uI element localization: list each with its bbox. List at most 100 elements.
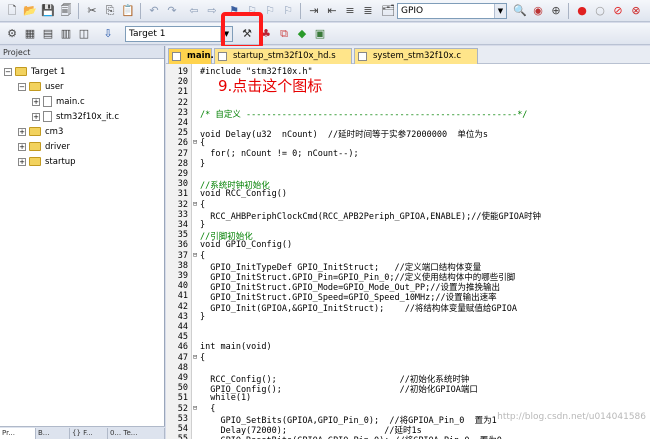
separator <box>568 3 569 19</box>
collapse-icon[interactable]: − <box>4 67 12 76</box>
line-number: 34 <box>177 220 188 230</box>
file-toolbar: 🗋 📂 💾 🗐 ✂ ⎘ 📋 ↶ ↷ ⇦ ⇨ ⚑ ⚐ ⚐ ⚐ ⇥ ⇤ ≡ ≣ 🗂 … <box>0 0 650 22</box>
fold-toggle-icon[interactable]: ⊟ <box>192 200 198 208</box>
tree-folder-cm3[interactable]: + cm3 <box>18 126 63 138</box>
new-file-icon[interactable]: 🗋 <box>4 3 20 19</box>
fold-toggle-icon[interactable]: ⊟ <box>192 404 198 412</box>
tab-system-c[interactable]: system_stm32f10x.c <box>354 48 478 64</box>
line-number: 42 <box>177 301 188 312</box>
save-all-icon[interactable]: 🗐 <box>58 3 74 19</box>
redo-icon[interactable]: ↷ <box>164 3 180 19</box>
nav-forward-icon[interactable]: ⇨ <box>204 3 220 19</box>
disable-breakpoint-icon[interactable]: ○ <box>592 3 608 19</box>
tree-folder-label: user <box>45 82 64 92</box>
run-time-environment-icon[interactable]: ◆ <box>294 26 310 42</box>
expand-icon[interactable]: + <box>32 112 40 121</box>
tab-startup-s[interactable]: startup_stm32f10x_hd.s <box>214 48 352 64</box>
copy-icon[interactable]: ⎘ <box>102 3 118 19</box>
expand-icon[interactable]: + <box>18 142 26 151</box>
find-combo-value: GPIO <box>401 6 424 16</box>
find-icon[interactable]: 🔍 <box>512 3 528 19</box>
file-extensions-icon[interactable]: ⧉ <box>276 26 292 42</box>
line-number: 55 <box>166 434 188 439</box>
incremental-find-icon[interactable]: ◉ <box>530 3 546 19</box>
watermark: http://blog.csdn.net/u014041586 <box>497 412 646 422</box>
line-number: 52 <box>177 403 188 414</box>
tab-templates[interactable]: 0... Te... <box>108 428 165 439</box>
fold-toggle-icon[interactable]: ⊟ <box>192 251 198 259</box>
clear-bookmarks-icon[interactable]: ⚐ <box>280 3 296 19</box>
rebuild-icon[interactable]: ▤ <box>40 26 56 42</box>
find-in-files-icon[interactable]: 🗂 <box>380 3 396 19</box>
paste-icon[interactable]: 📋 <box>120 3 136 19</box>
line-number: 45 <box>177 332 188 343</box>
line-number: 29 <box>177 169 188 179</box>
unindent-icon[interactable]: ⇤ <box>324 3 340 19</box>
tab-books[interactable]: B... <box>36 428 70 439</box>
line-number: 27 <box>177 148 188 159</box>
code-line: GPIO_ResetBits(GPIOA,GPIO_Pin_0); //将GPI… <box>200 434 501 439</box>
separator <box>300 3 301 19</box>
breakpoint-icon[interactable]: ● <box>574 3 590 19</box>
folder-icon <box>29 142 41 151</box>
line-number: 40 <box>177 281 188 292</box>
chevron-down-icon[interactable]: ▼ <box>494 4 506 18</box>
comment-icon[interactable]: ≡ <box>342 3 358 19</box>
project-panel-tabs: Pr... B... {} F... 0... Te... <box>0 426 165 439</box>
build-icon[interactable]: ▦ <box>22 26 38 42</box>
code-line: int main(void) <box>200 342 272 353</box>
tree-file-stm32f10x-it-c[interactable]: + stm32f10x_it.c <box>32 111 119 123</box>
project-panel-header: Project <box>0 46 164 59</box>
line-number: 23 <box>177 107 188 118</box>
line-number: 26 <box>177 138 188 149</box>
line-number: 24 <box>177 118 188 128</box>
kill-breakpoints-icon[interactable]: ⊘ <box>610 3 626 19</box>
tab-main-c[interactable]: main.c <box>168 48 219 64</box>
next-bookmark-icon[interactable]: ⚐ <box>262 3 278 19</box>
tree-file-label: stm32f10x_it.c <box>56 112 120 122</box>
tree-folder-driver[interactable]: + driver <box>18 141 70 153</box>
line-number: 54 <box>177 424 188 434</box>
stop-build-icon[interactable]: ◫ <box>76 26 92 42</box>
download-icon[interactable]: ⇩ <box>100 26 116 42</box>
line-number: 38 <box>177 260 188 271</box>
find-combo[interactable]: GPIO ▼ <box>397 3 507 19</box>
project-panel: Project − Target 1 − user + main.c + stm32f1… <box>0 46 165 439</box>
fold-toggle-icon[interactable]: ⊟ <box>192 138 198 146</box>
tab-functions[interactable]: {} F... <box>70 428 108 439</box>
nav-back-icon[interactable]: ⇦ <box>186 3 202 19</box>
code-line: } <box>200 158 206 169</box>
code-line: } <box>200 311 206 322</box>
target-select[interactable]: Target 1 ▼ <box>125 26 233 42</box>
batch-build-icon[interactable]: ▥ <box>58 26 74 42</box>
expand-icon[interactable]: + <box>32 97 40 106</box>
expand-icon[interactable]: + <box>18 127 26 136</box>
translate-icon[interactable]: ⚙ <box>4 26 20 42</box>
tree-folder-user[interactable]: − user <box>18 81 64 93</box>
expand-icon[interactable]: + <box>18 157 26 166</box>
indent-icon[interactable]: ⇥ <box>306 3 322 19</box>
tree-root[interactable]: − Target 1 <box>4 66 65 78</box>
collapse-icon[interactable]: − <box>18 82 26 91</box>
line-number: 41 <box>177 291 188 302</box>
open-folder-icon[interactable]: 📂 <box>22 3 38 19</box>
tab-project[interactable]: Pr... <box>0 428 36 439</box>
fold-toggle-icon[interactable]: ⊟ <box>192 353 198 361</box>
tree-folder-startup[interactable]: + startup <box>18 156 76 168</box>
file-icon <box>218 52 227 61</box>
line-number: 47 <box>177 352 188 363</box>
line-number: 35 <box>177 230 188 241</box>
target-icon[interactable]: ⊕ <box>548 3 564 19</box>
remove-breakpoints-icon[interactable]: ⊗ <box>628 3 644 19</box>
line-number: 43 <box>177 311 188 322</box>
code-line: { <box>200 403 216 414</box>
cut-icon[interactable]: ✂ <box>84 3 100 19</box>
pack-installer-icon[interactable]: ▣ <box>312 26 328 42</box>
line-number: 30 <box>177 179 188 190</box>
file-icon <box>358 52 367 61</box>
code-editor[interactable]: 19 20 21 22 23 24 25 26 27 28 29 30 31 32 33 34 35 36 37 38… <box>166 64 650 439</box>
tree-file-main-c[interactable]: + main.c <box>32 96 85 108</box>
save-icon[interactable]: 💾 <box>40 3 56 19</box>
uncomment-icon[interactable]: ≣ <box>360 3 376 19</box>
undo-icon[interactable]: ↶ <box>146 3 162 19</box>
